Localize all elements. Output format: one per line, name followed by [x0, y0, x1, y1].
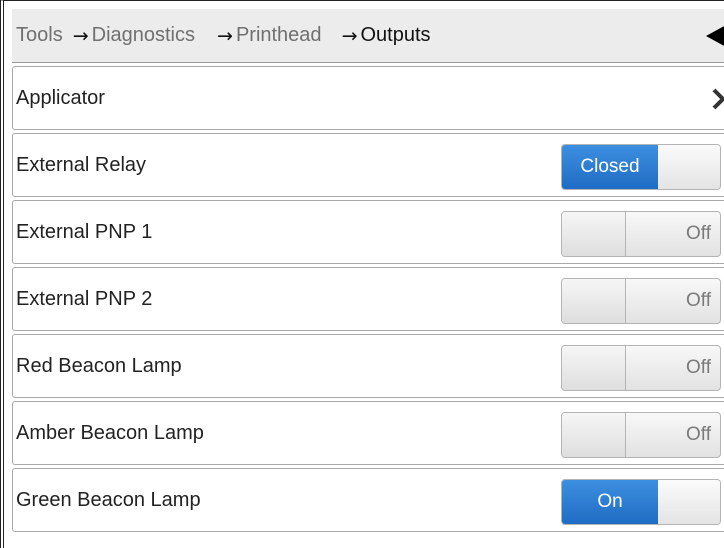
toggle-state-label: Closed: [562, 145, 659, 189]
list-item-external-pnp-2: External PNP 2 Off: [12, 267, 724, 331]
list-item-green-beacon-lamp: Green Beacon Lamp On: [12, 468, 724, 532]
chevron-right-icon: [712, 88, 724, 110]
outputs-list: Applicator External Relay Closed Externa…: [12, 66, 724, 535]
row-label: Red Beacon Lamp: [16, 354, 182, 377]
toggle-knob: [562, 212, 626, 256]
breadcrumb-item-diagnostics[interactable]: → Diagnostics: [73, 24, 195, 47]
toggle-state-label: Off: [686, 424, 711, 445]
arrow-right-icon: →: [72, 24, 89, 47]
back-button[interactable]: [706, 25, 724, 47]
breadcrumb-item-outputs: → Outputs: [342, 24, 431, 47]
external-pnp-2-toggle[interactable]: Off: [561, 278, 721, 324]
list-item-external-relay: External Relay Closed: [12, 133, 724, 197]
row-label: Applicator: [16, 86, 105, 109]
breadcrumb-bar: Tools → Diagnostics → Printhead → Output…: [12, 9, 724, 63]
toggle-state-label: On: [562, 480, 659, 524]
list-item-amber-beacon-lamp: Amber Beacon Lamp Off: [12, 401, 724, 465]
row-label: External Relay: [16, 153, 147, 176]
breadcrumb-label: Diagnostics: [91, 24, 196, 46]
row-label: External PNP 2: [16, 287, 153, 310]
breadcrumb-item-tools[interactable]: Tools: [16, 24, 63, 47]
toggle-knob: [562, 346, 626, 390]
toggle-state-label: Off: [686, 223, 711, 244]
breadcrumb-label: Outputs: [360, 24, 431, 46]
list-item-applicator[interactable]: Applicator: [12, 66, 724, 130]
list-item-external-pnp-1: External PNP 1 Off: [12, 200, 724, 264]
external-relay-toggle[interactable]: Closed: [561, 144, 721, 190]
back-triangle-icon: [706, 26, 724, 46]
row-label: External PNP 1: [16, 220, 153, 243]
external-pnp-1-toggle[interactable]: Off: [561, 211, 721, 257]
row-label: Green Beacon Lamp: [16, 488, 201, 511]
amber-beacon-lamp-toggle[interactable]: Off: [561, 412, 721, 458]
outputs-screen: Tools → Diagnostics → Printhead → Output…: [0, 0, 724, 548]
breadcrumb-label: Tools: [16, 24, 63, 46]
toggle-knob: [562, 279, 626, 323]
arrow-right-icon: →: [341, 24, 358, 47]
toggle-knob: [658, 480, 720, 524]
toggle-state-label: Off: [686, 290, 711, 311]
toggle-knob: [562, 413, 626, 457]
breadcrumb-label: Printhead: [235, 24, 322, 46]
toggle-knob: [658, 145, 720, 189]
red-beacon-lamp-toggle[interactable]: Off: [561, 345, 721, 391]
list-item-red-beacon-lamp: Red Beacon Lamp Off: [12, 334, 724, 398]
row-label: Amber Beacon Lamp: [16, 421, 204, 444]
breadcrumb-item-printhead[interactable]: → Printhead: [217, 24, 322, 47]
green-beacon-lamp-toggle[interactable]: On: [561, 479, 721, 525]
toggle-state-label: Off: [686, 357, 711, 378]
arrow-right-icon: →: [217, 24, 233, 47]
